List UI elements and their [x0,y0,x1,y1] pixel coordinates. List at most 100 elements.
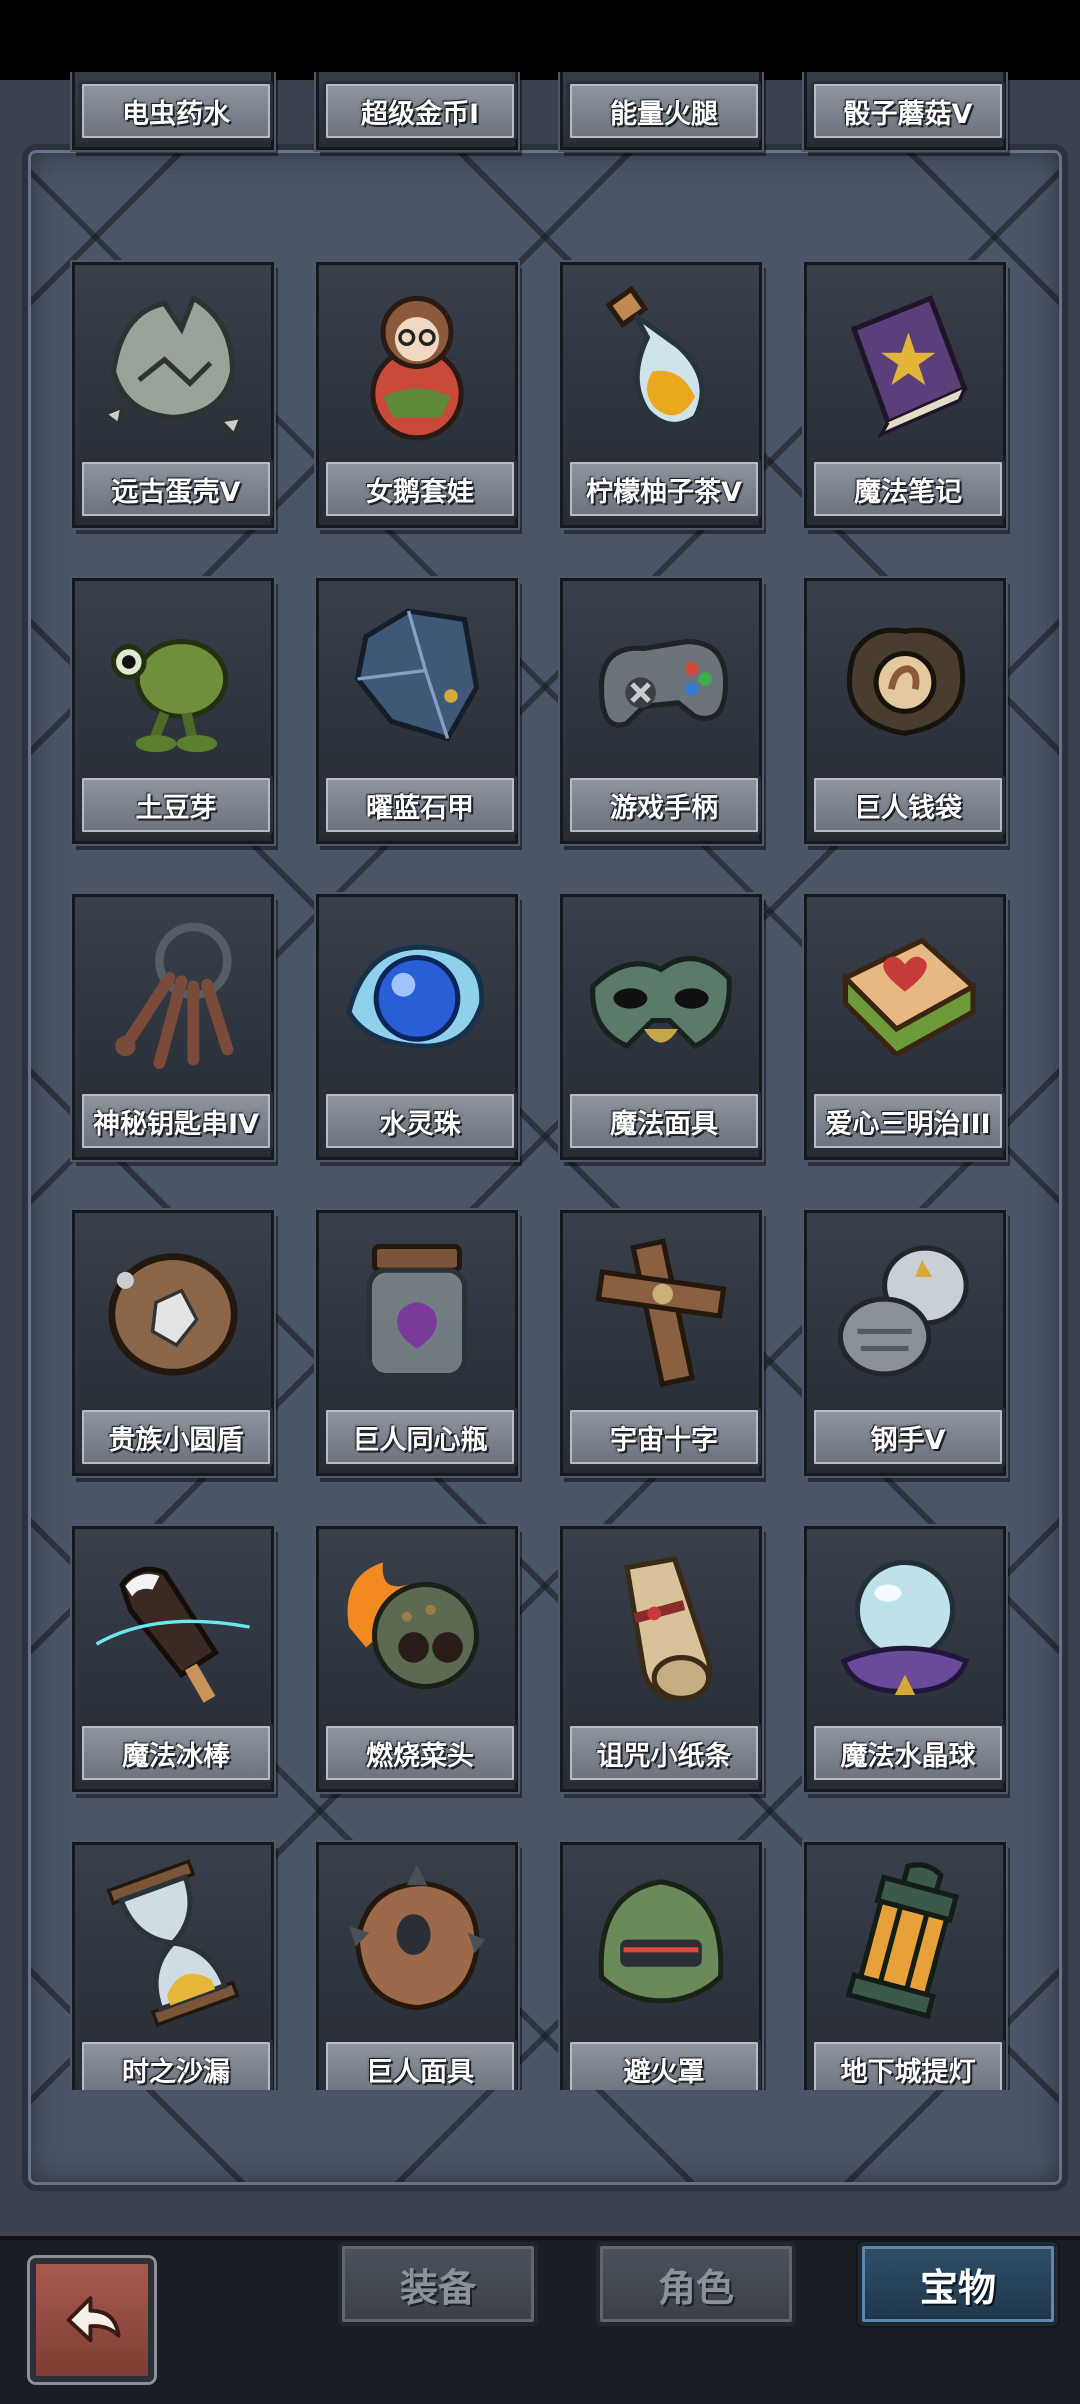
treasure-card[interactable]: 爱心三明治III [804,894,1006,1160]
heart-sandwich-icon [815,905,995,1085]
treasure-card[interactable]: 神秘钥匙串IV [72,894,274,1160]
treasure-card[interactable]: 柠檬柚子茶V [560,262,762,528]
item-name: 贵族小圆盾 [108,1424,244,1456]
status-bar [0,0,1080,80]
item-name: 骰子蘑菇V [843,98,973,130]
treasure-card[interactable]: 能量火腿 [560,72,762,150]
treasure-card[interactable]: 游戏手柄 [560,578,762,844]
peashooter-sprout-icon [83,589,263,769]
treasure-card[interactable]: 巨人同心瓶 [316,1210,518,1476]
item-label-box: 土豆芽 [79,775,273,835]
treasure-card[interactable]: 超级金币I [316,72,518,150]
treasure-card[interactable]: 魔法面具 [560,894,762,1160]
wooden-cross-icon [571,1221,751,1401]
item-label-box: 曜蓝石甲 [323,775,517,835]
item-label-box: 时之沙漏 [79,2039,273,2090]
blue-armor-icon [327,589,507,769]
item-name: 避火罩 [623,2056,705,2088]
item-label-box: 电虫药水 [79,81,273,141]
keychain-icon [83,905,263,1085]
treasure-card[interactable]: 钢手V [804,1210,1006,1476]
item-label-box: 水灵珠 [323,1091,517,1151]
treasure-card[interactable]: 诅咒小纸条 [560,1526,762,1792]
tab-characters-label: 角色 [657,2265,734,2310]
treasure-card[interactable]: 水灵珠 [316,894,518,1160]
item-name: 巨人钱袋 [854,792,962,824]
fire-helmet-icon [571,1853,751,2033]
item-name: 魔法笔记 [854,476,962,508]
item-name: 钢手V [870,1424,946,1456]
item-name: 魔法面具 [610,1108,718,1140]
item-name: 魔法水晶球 [840,1740,976,1772]
treasure-card[interactable]: 时之沙漏 [72,1842,274,2090]
item-label-box: 魔法笔记 [811,459,1005,519]
lantern-icon [815,1853,995,2033]
item-name: 游戏手柄 [610,792,718,824]
item-label-box: 神秘钥匙串IV [79,1091,273,1151]
tab-treasures-label: 宝物 [919,2265,996,2310]
item-name: 水灵珠 [379,1108,461,1140]
water-orb-icon [327,905,507,1085]
treasure-card[interactable]: 魔法水晶球 [804,1526,1006,1792]
back-button[interactable] [30,2258,154,2382]
item-name: 曜蓝石甲 [366,792,474,824]
treasure-card[interactable]: 魔法笔记 [804,262,1006,528]
item-name: 能量火腿 [610,98,718,130]
item-label-box: 柠檬柚子茶V [567,459,761,519]
treasure-card[interactable]: 燃烧菜头 [316,1526,518,1792]
treasure-card[interactable]: 宇宙十字 [560,1210,762,1476]
treasure-card[interactable]: 贵族小圆盾 [72,1210,274,1476]
treasure-card[interactable]: 土豆芽 [72,578,274,844]
item-name: 超级金币I [360,98,480,130]
ice-pop-icon [83,1537,263,1717]
treasure-card[interactable]: 避火罩 [560,1842,762,2090]
item-label-box: 巨人同心瓶 [323,1407,517,1467]
item-label-box: 女鹅套娃 [323,459,517,519]
treasure-card[interactable]: 骰子蘑菇V [804,72,1006,150]
spiked-mask-icon [327,1853,507,2033]
crystal-ball-icon [815,1537,995,1717]
tab-equipment-label: 装备 [399,2265,476,2310]
item-label-box: 宇宙十字 [567,1407,761,1467]
tab-equipment[interactable]: 装备 [338,2242,538,2326]
eggshell-icon [83,273,263,453]
hourglass-icon [83,1853,263,2033]
treasure-card[interactable]: 魔法冰棒 [72,1526,274,1792]
steel-gauntlet-icon [815,1221,995,1401]
magic-book-icon [815,273,995,453]
item-label-box: 超级金币I [323,81,517,141]
item-name: 宇宙十字 [610,1424,718,1456]
treasure-card[interactable]: 女鹅套娃 [316,262,518,528]
treasure-card[interactable]: 曜蓝石甲 [316,578,518,844]
item-name: 时之沙漏 [122,2056,230,2088]
item-name: 爱心三明治III [825,1108,991,1140]
treasure-grid[interactable]: 电虫药水 超级金币I 能量火腿 骰子蘑菇V 远古蛋壳V 女鹅套娃 柠檬柚子茶V … [40,72,1040,2090]
treasure-card[interactable]: 地下城提灯 [804,1842,1006,2090]
item-name: 女鹅套娃 [366,476,474,508]
tab-treasures[interactable]: 宝物 [858,2242,1058,2326]
tea-bottle-icon [571,273,751,453]
item-name: 巨人面具 [366,2056,474,2088]
item-label-box: 避火罩 [567,2039,761,2090]
item-label-box: 巨人钱袋 [811,775,1005,835]
item-name: 土豆芽 [135,792,217,824]
item-label-box: 爱心三明治III [811,1091,1005,1151]
treasure-card[interactable]: 电虫药水 [72,72,274,150]
item-name: 神秘钥匙串IV [93,1108,259,1140]
treasure-card[interactable]: 巨人钱袋 [804,578,1006,844]
item-label-box: 燃烧菜头 [323,1723,517,1783]
item-label-box: 地下城提灯 [811,2039,1005,2090]
jar-icon [327,1221,507,1401]
nesting-doll-icon [327,273,507,453]
treasure-card[interactable]: 巨人面具 [316,1842,518,2090]
item-label-box: 游戏手柄 [567,775,761,835]
item-name: 燃烧菜头 [366,1740,474,1772]
treasure-card[interactable]: 远古蛋壳V [72,262,274,528]
item-label-box: 贵族小圆盾 [79,1407,273,1467]
item-label-box: 魔法冰棒 [79,1723,273,1783]
item-name: 地下城提灯 [840,2056,976,2088]
item-name: 诅咒小纸条 [596,1740,732,1772]
tab-characters[interactable]: 角色 [596,2242,796,2326]
item-label-box: 能量火腿 [567,81,761,141]
item-label-box: 巨人面具 [323,2039,517,2090]
